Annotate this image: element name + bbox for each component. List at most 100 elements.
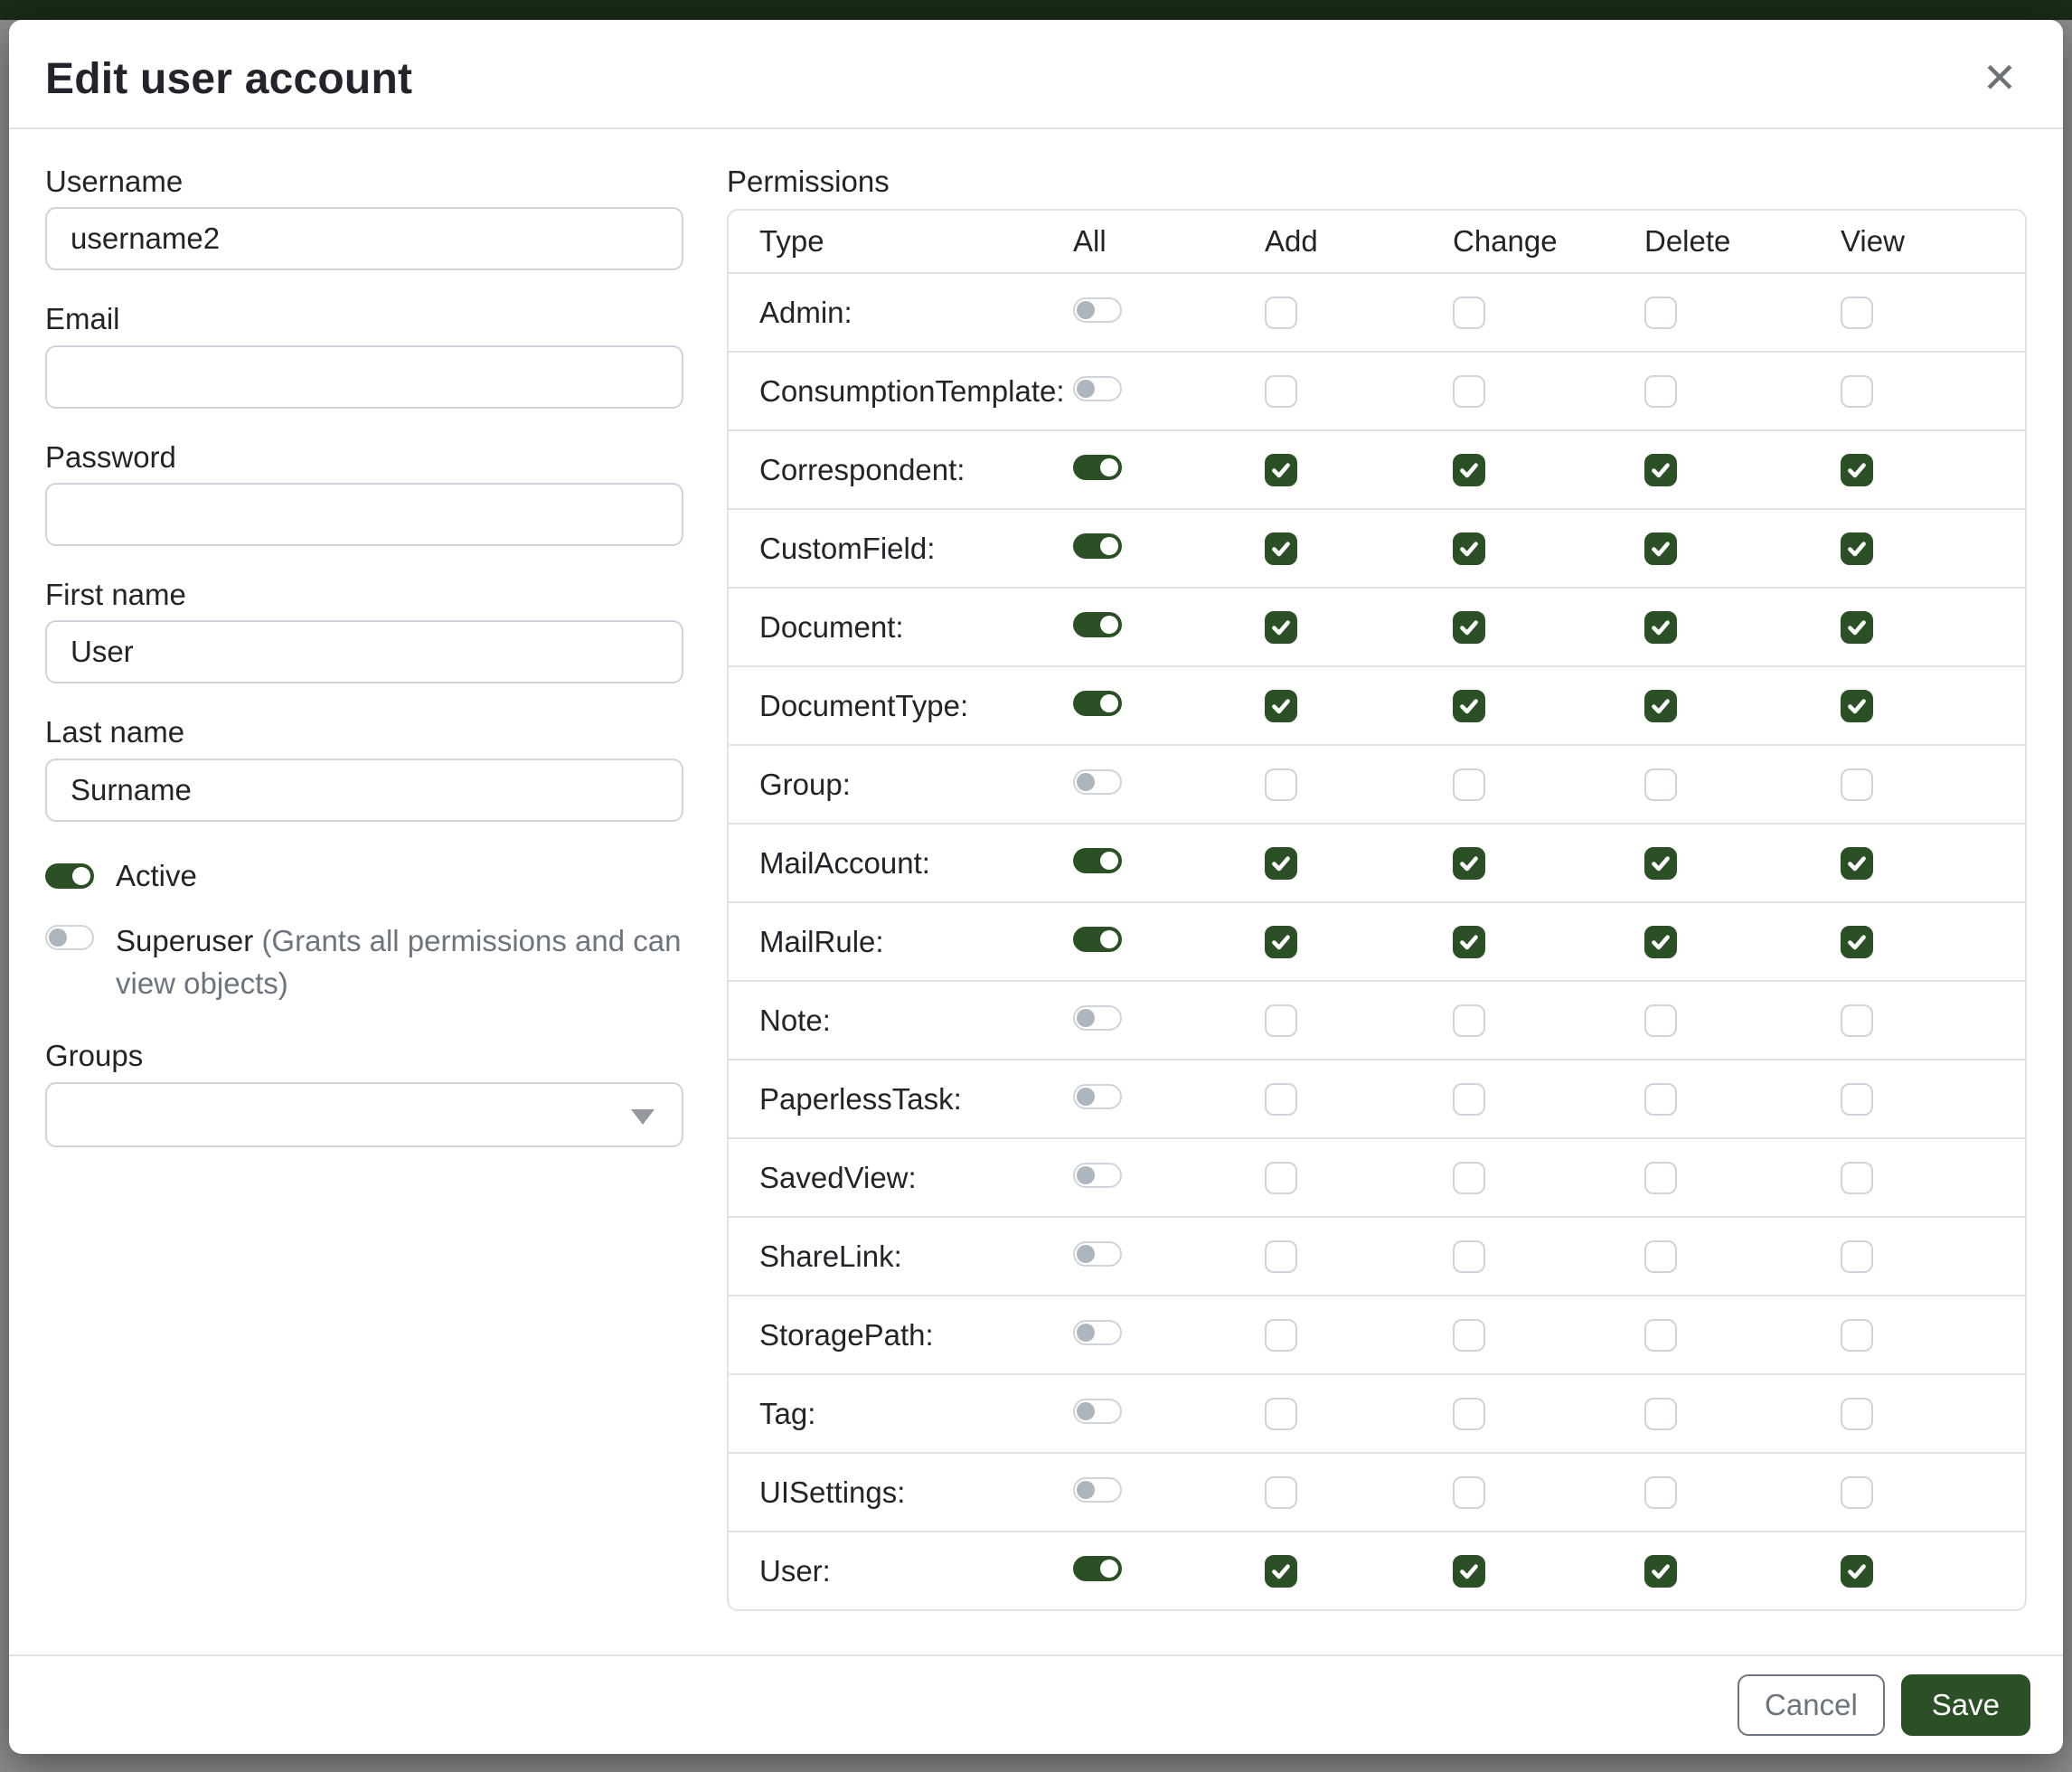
groups-select[interactable] — [45, 1082, 683, 1147]
permission-view-checkbox[interactable] — [1841, 768, 1873, 801]
save-button[interactable]: Save — [1901, 1674, 2030, 1736]
permission-add-checkbox[interactable] — [1265, 533, 1297, 565]
permission-view-checkbox[interactable] — [1841, 454, 1873, 486]
permission-delete-checkbox[interactable] — [1644, 1083, 1677, 1116]
active-toggle[interactable] — [45, 863, 94, 889]
permission-view-checkbox[interactable] — [1841, 926, 1873, 958]
permission-view-checkbox[interactable] — [1841, 611, 1873, 644]
permission-change-checkbox[interactable] — [1453, 375, 1485, 408]
permission-all-toggle[interactable] — [1073, 1241, 1122, 1267]
permission-delete-checkbox[interactable] — [1644, 690, 1677, 722]
permission-all-toggle[interactable] — [1073, 1399, 1122, 1424]
permission-add-checkbox[interactable] — [1265, 1240, 1297, 1273]
permission-all-toggle[interactable] — [1073, 848, 1122, 873]
permissions-section: Permissions Type All Add Change Delete V… — [727, 165, 2027, 1611]
permission-change-checkbox[interactable] — [1453, 1398, 1485, 1430]
permission-view-checkbox[interactable] — [1841, 533, 1873, 565]
permission-all-toggle[interactable] — [1073, 691, 1122, 716]
permission-all-toggle[interactable] — [1073, 376, 1122, 401]
cancel-button[interactable]: Cancel — [1738, 1674, 1885, 1736]
permission-change-checkbox[interactable] — [1453, 847, 1485, 880]
permission-delete-checkbox[interactable] — [1644, 297, 1677, 329]
permission-delete-checkbox[interactable] — [1644, 375, 1677, 408]
permission-add-checkbox[interactable] — [1265, 768, 1297, 801]
permission-delete-checkbox[interactable] — [1644, 768, 1677, 801]
permission-add-checkbox[interactable] — [1265, 454, 1297, 486]
permission-view-checkbox[interactable] — [1841, 375, 1873, 408]
permission-add-checkbox[interactable] — [1265, 1476, 1297, 1509]
permission-all-toggle[interactable] — [1073, 297, 1122, 323]
permission-delete-checkbox[interactable] — [1644, 1162, 1677, 1194]
permission-all-toggle[interactable] — [1073, 1084, 1122, 1109]
permission-view-checkbox[interactable] — [1841, 1398, 1873, 1430]
permission-all-toggle[interactable] — [1073, 1477, 1122, 1503]
permission-change-checkbox[interactable] — [1453, 1240, 1485, 1273]
permission-all-toggle[interactable] — [1073, 455, 1122, 480]
permission-all-toggle[interactable] — [1073, 533, 1122, 559]
close-button[interactable]: ✕ — [1973, 51, 2027, 105]
permission-change-checkbox[interactable] — [1453, 454, 1485, 486]
permission-add-checkbox[interactable] — [1265, 1162, 1297, 1194]
permission-add-checkbox[interactable] — [1265, 1083, 1297, 1116]
permissions-label: Permissions — [727, 165, 2027, 198]
permission-view-checkbox[interactable] — [1841, 1240, 1873, 1273]
permission-change-checkbox[interactable] — [1453, 1083, 1485, 1116]
permission-view-checkbox[interactable] — [1841, 1555, 1873, 1588]
permission-add-checkbox[interactable] — [1265, 1319, 1297, 1352]
permission-delete-checkbox[interactable] — [1644, 847, 1677, 880]
permission-change-checkbox[interactable] — [1453, 611, 1485, 644]
permission-all-toggle[interactable] — [1073, 1163, 1122, 1188]
first-name-input[interactable] — [45, 620, 683, 683]
permission-add-checkbox[interactable] — [1265, 297, 1297, 329]
permission-change-checkbox[interactable] — [1453, 1476, 1485, 1509]
permission-view-checkbox[interactable] — [1841, 1476, 1873, 1509]
permission-delete-checkbox[interactable] — [1644, 533, 1677, 565]
permission-view-checkbox[interactable] — [1841, 1319, 1873, 1352]
permission-view-checkbox[interactable] — [1841, 297, 1873, 329]
permission-all-toggle[interactable] — [1073, 927, 1122, 952]
permission-row: StoragePath: — [729, 1295, 2025, 1373]
last-name-input[interactable] — [45, 759, 683, 822]
permission-delete-checkbox[interactable] — [1644, 1398, 1677, 1430]
permission-delete-checkbox[interactable] — [1644, 1555, 1677, 1588]
permission-delete-checkbox[interactable] — [1644, 1319, 1677, 1352]
permission-view-checkbox[interactable] — [1841, 1083, 1873, 1116]
permission-all-toggle[interactable] — [1073, 612, 1122, 637]
permission-all-toggle[interactable] — [1073, 1005, 1122, 1031]
permission-change-checkbox[interactable] — [1453, 533, 1485, 565]
permission-add-checkbox[interactable] — [1265, 375, 1297, 408]
password-input[interactable] — [45, 483, 683, 546]
permission-view-checkbox[interactable] — [1841, 690, 1873, 722]
permission-add-checkbox[interactable] — [1265, 1004, 1297, 1037]
username-input[interactable] — [45, 207, 683, 270]
permission-change-checkbox[interactable] — [1453, 690, 1485, 722]
check-icon — [1269, 852, 1293, 875]
permission-delete-checkbox[interactable] — [1644, 1240, 1677, 1273]
permission-change-checkbox[interactable] — [1453, 926, 1485, 958]
permission-change-checkbox[interactable] — [1453, 1004, 1485, 1037]
permission-add-checkbox[interactable] — [1265, 926, 1297, 958]
permission-delete-checkbox[interactable] — [1644, 1476, 1677, 1509]
permission-view-checkbox[interactable] — [1841, 1004, 1873, 1037]
permission-add-checkbox[interactable] — [1265, 611, 1297, 644]
permission-change-checkbox[interactable] — [1453, 1319, 1485, 1352]
permission-all-toggle[interactable] — [1073, 1320, 1122, 1345]
permission-delete-checkbox[interactable] — [1644, 454, 1677, 486]
permission-change-checkbox[interactable] — [1453, 1162, 1485, 1194]
permission-add-checkbox[interactable] — [1265, 1555, 1297, 1588]
permission-add-checkbox[interactable] — [1265, 690, 1297, 722]
permission-add-checkbox[interactable] — [1265, 847, 1297, 880]
permission-delete-checkbox[interactable] — [1644, 926, 1677, 958]
permission-view-checkbox[interactable] — [1841, 847, 1873, 880]
permission-change-checkbox[interactable] — [1453, 768, 1485, 801]
permission-all-toggle[interactable] — [1073, 769, 1122, 795]
superuser-toggle[interactable] — [45, 925, 94, 950]
permission-delete-checkbox[interactable] — [1644, 1004, 1677, 1037]
permission-add-checkbox[interactable] — [1265, 1398, 1297, 1430]
permission-all-toggle[interactable] — [1073, 1556, 1122, 1581]
permission-delete-checkbox[interactable] — [1644, 611, 1677, 644]
email-input[interactable] — [45, 345, 683, 409]
permission-change-checkbox[interactable] — [1453, 1555, 1485, 1588]
permission-change-checkbox[interactable] — [1453, 297, 1485, 329]
permission-view-checkbox[interactable] — [1841, 1162, 1873, 1194]
